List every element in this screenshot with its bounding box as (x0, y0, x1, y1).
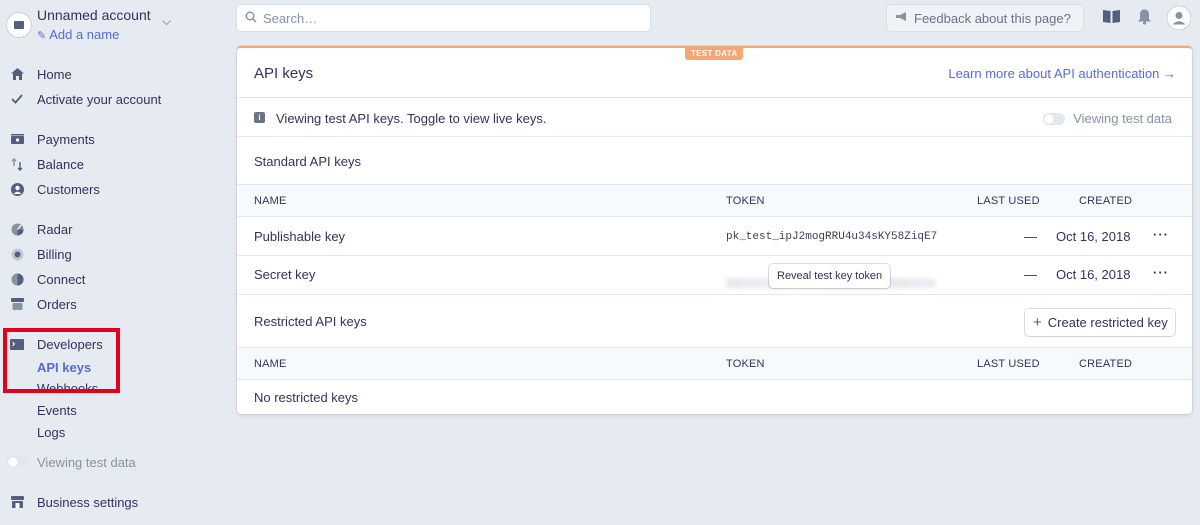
divider (237, 379, 1192, 380)
column-header-name: NAME (254, 195, 287, 207)
nav-business-settings[interactable]: Business settings (0, 491, 220, 513)
standard-keys-title: Standard API keys (254, 154, 361, 169)
restricted-table-header: NAME TOKEN LAST USED CREATED (237, 348, 1192, 379)
nav-logs-label: Logs (37, 424, 66, 440)
view-live-toggle[interactable] (1043, 113, 1065, 125)
home-icon (10, 67, 24, 81)
key-name: Publishable key (254, 229, 346, 244)
chevron-down-icon: ⌵ (162, 14, 172, 28)
nav-events-label: Events (37, 402, 77, 418)
search-icon (245, 11, 257, 23)
standard-table-header: NAME TOKEN LAST USED CREATED (237, 185, 1192, 216)
check-icon (10, 92, 24, 106)
search-box[interactable] (237, 5, 650, 31)
billing-icon (10, 247, 24, 261)
plus-icon: + (1033, 314, 1042, 331)
nav-activate[interactable]: Activate your account (0, 88, 220, 110)
highlight-annotation (3, 328, 120, 393)
feedback-button[interactable]: Feedback about this page? (887, 5, 1083, 31)
column-header-last-used: LAST USED (977, 195, 1040, 207)
learn-more-link[interactable]: Learn more about API authentication → (948, 66, 1176, 81)
restricted-keys-title: Restricted API keys (254, 314, 367, 329)
viewing-test-data-toggle[interactable]: Viewing test data (0, 451, 220, 473)
page-title: API keys (254, 65, 314, 82)
nav-balance-label: Balance (37, 156, 84, 172)
more-options-icon[interactable]: ··· (1153, 227, 1169, 242)
column-header-last-used: LAST USED (977, 358, 1040, 370)
divider (237, 97, 1192, 98)
nav-balance[interactable]: Balance (0, 153, 220, 175)
publishable-token[interactable]: pk_test_ipJ2mogRRU4u34sKY58ZiqE7 (726, 231, 937, 243)
column-header-token: TOKEN (726, 195, 765, 207)
last-used: — (1024, 267, 1037, 282)
nav-billing[interactable]: Billing (0, 243, 220, 265)
nav-connect[interactable]: Connect (0, 268, 220, 290)
docs-book-icon[interactable] (1103, 9, 1121, 27)
created-date: Oct 16, 2018 (1056, 267, 1131, 282)
nav-events[interactable]: Events (0, 399, 220, 421)
nav-connect-label: Connect (37, 271, 86, 287)
create-restricted-key-button[interactable]: + Create restricted key (1025, 309, 1175, 336)
bell-icon[interactable] (1137, 9, 1155, 27)
nav-customers-label: Customers (37, 181, 100, 197)
balance-icon (10, 157, 24, 171)
radar-icon (10, 222, 24, 236)
nav-business-settings-label: Business settings (37, 494, 139, 510)
table-row[interactable]: Secret key — Oct 16, 2018 ··· (237, 256, 1192, 294)
reveal-key-button[interactable]: Reveal test key token (769, 264, 891, 288)
nav-home-label: Home (37, 66, 72, 82)
toggle-switch[interactable] (7, 456, 29, 468)
nav-orders[interactable]: Orders (0, 293, 220, 315)
column-header-created: CREATED (1079, 195, 1133, 207)
table-row[interactable]: Publishable key pk_test_ipJ2mogRRU4u34sK… (237, 217, 1192, 255)
column-header-token: TOKEN (726, 358, 765, 370)
info-icon: i (254, 112, 265, 123)
divider (237, 136, 1192, 137)
empty-state-message: No restricted keys (254, 390, 359, 405)
api-keys-card: API keys Learn more about API authentica… (237, 46, 1192, 414)
nav-activate-label: Activate your account (37, 91, 162, 107)
connect-icon (10, 272, 24, 286)
store-settings-icon (10, 495, 24, 509)
nav-billing-label: Billing (37, 246, 72, 262)
nav-orders-label: Orders (37, 296, 77, 312)
nav-customers[interactable]: Customers (0, 178, 220, 200)
add-name-link[interactable]: ✎ Add a name (37, 27, 119, 42)
viewing-test-data-label: Viewing test data (37, 454, 136, 470)
orders-icon (10, 297, 24, 311)
info-message: Viewing test API keys. Toggle to view li… (276, 111, 547, 126)
nav-radar-label: Radar (37, 221, 73, 237)
nav-radar[interactable]: Radar (0, 218, 220, 240)
test-data-badge: TEST DATA (685, 48, 744, 60)
feedback-label: Feedback about this page? (914, 10, 1071, 26)
nav-logs[interactable]: Logs (0, 421, 220, 443)
avatar[interactable] (1166, 5, 1192, 31)
nav-home[interactable]: Home (0, 63, 220, 85)
customers-icon (10, 182, 24, 196)
megaphone-icon (895, 11, 908, 25)
viewing-test-data-text: Viewing test data (1073, 111, 1172, 126)
create-restricted-key-label: Create restricted key (1047, 315, 1168, 330)
nav-payments[interactable]: Payments (0, 128, 220, 150)
column-header-created: CREATED (1079, 358, 1133, 370)
store-icon (6, 12, 32, 38)
nav-payments-label: Payments (37, 131, 95, 147)
payments-icon (10, 132, 24, 146)
search-input[interactable] (263, 8, 633, 28)
pencil-icon: ✎ (37, 30, 47, 42)
last-used: — (1024, 229, 1037, 244)
account-switcher[interactable]: Unnamed account ✎ Add a name ⌵ (6, 6, 216, 46)
created-date: Oct 16, 2018 (1056, 229, 1131, 244)
sidebar: Unnamed account ✎ Add a name ⌵ Home Activ… (0, 0, 225, 525)
key-name: Secret key (254, 267, 316, 282)
add-name-label: Add a name (49, 27, 120, 42)
more-options-icon[interactable]: ··· (1153, 265, 1169, 280)
account-name: Unnamed account (37, 7, 151, 23)
divider (237, 294, 1192, 295)
column-header-name: NAME (254, 358, 287, 370)
